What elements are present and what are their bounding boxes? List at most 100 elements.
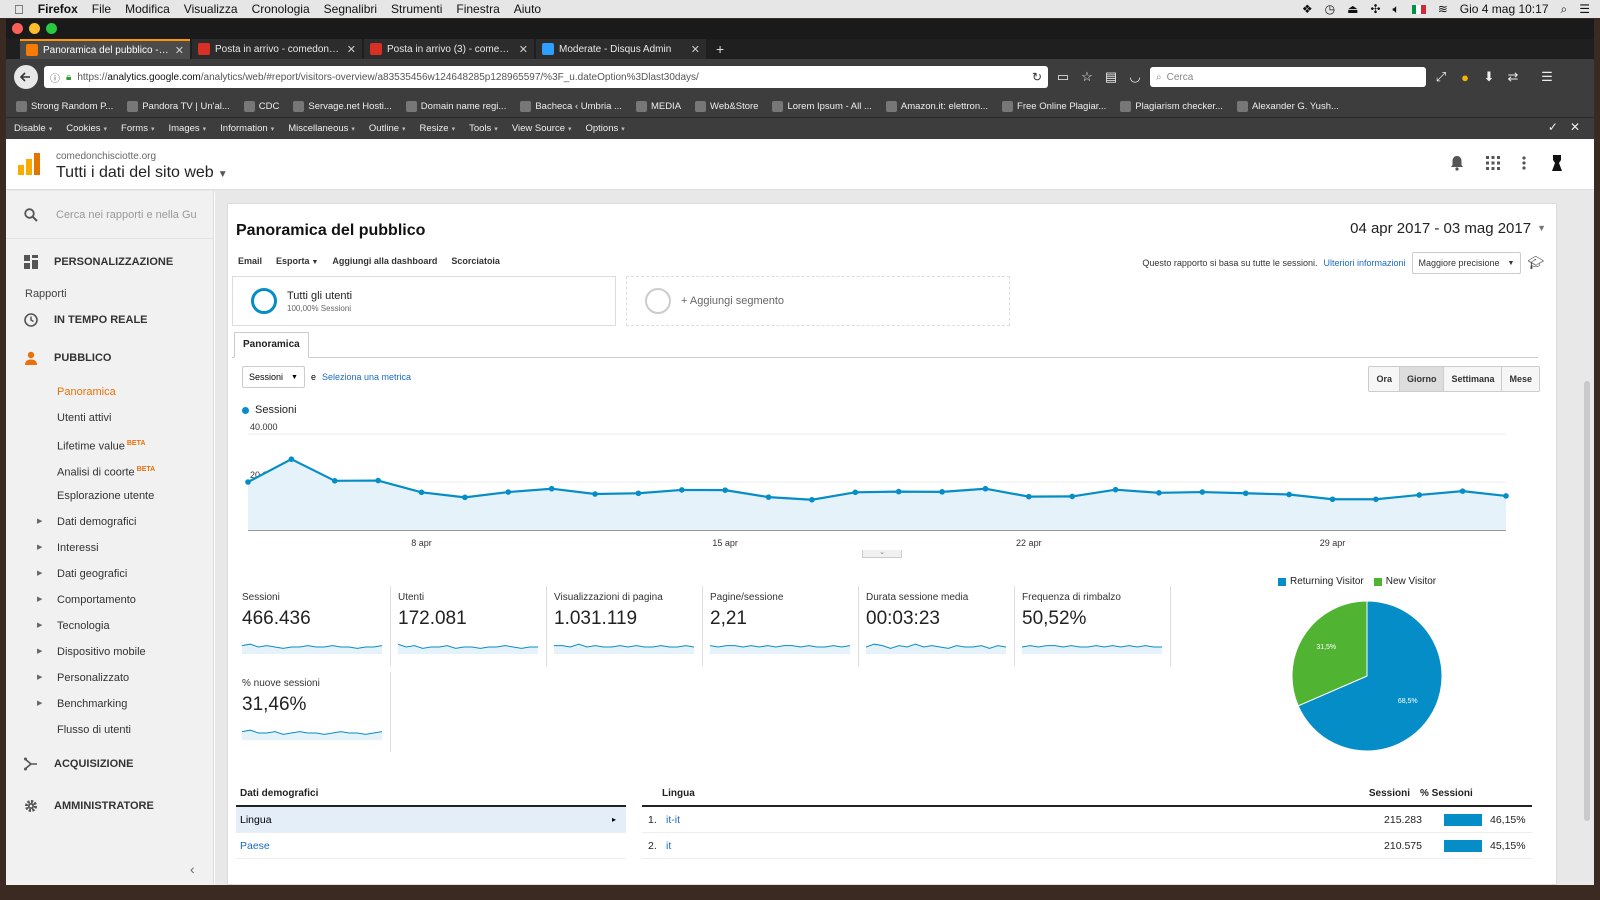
menu-aiuto[interactable]: Aiuto (514, 2, 541, 16)
bookmark-star-icon[interactable]: ☆ (1078, 69, 1096, 85)
sessions-point[interactable] (245, 479, 251, 485)
sidebar-subitem[interactable]: ▶ Comportamento (6, 587, 213, 613)
add-segment-button[interactable]: + Aggiungi segmento (626, 276, 1010, 326)
network-icon[interactable]: ✣ (1370, 2, 1380, 16)
bookmark-item[interactable]: Plagiarism checker... (1120, 100, 1223, 112)
sessions-point[interactable] (288, 456, 295, 462)
bookmark-item[interactable]: Bacheca ‹ Umbria ... (520, 100, 622, 112)
devtool-information[interactable]: Information ▾ (220, 123, 274, 134)
graduation-cap-icon[interactable]: 🎓︎ (1527, 255, 1544, 271)
nav-tempo-reale[interactable]: IN TEMPO REALE (6, 305, 213, 335)
sidebar-subitem[interactable]: Analisi di coorte BETA (6, 457, 213, 483)
devtool-resize[interactable]: Resize ▾ (420, 123, 456, 134)
bookmark-item[interactable]: Alexander G. Yush... (1236, 100, 1339, 112)
devtool-outline[interactable]: Outline ▾ (369, 123, 406, 134)
browser-tab[interactable]: Moderate - Disqus Admin ✕ (536, 39, 706, 59)
sessions-point[interactable] (592, 491, 598, 497)
close-tab-icon[interactable]: ✕ (519, 43, 528, 56)
bookmark-item[interactable]: Servage.net Hosti... (293, 100, 392, 112)
clipboard-icon[interactable]: ▤ (1102, 69, 1120, 85)
bookmark-item[interactable]: Pandora TV | Un'al... (127, 100, 230, 112)
close-tab-icon[interactable]: ✕ (175, 44, 184, 57)
menu-segnalibri[interactable]: Segnalibri (324, 2, 377, 16)
sessions-point[interactable] (809, 496, 815, 503)
granularity-giorno[interactable]: Giorno (1399, 367, 1445, 391)
demographics-row-paese[interactable]: Paese (236, 833, 626, 859)
sessions-point[interactable] (1329, 496, 1336, 503)
sidebar-subitem[interactable]: Utenti attivi (6, 405, 213, 431)
menu-cronologia[interactable]: Cronologia (252, 2, 310, 16)
devtool-tools[interactable]: Tools ▾ (469, 123, 498, 134)
sidebar-subitem[interactable]: ▶ Benchmarking (6, 691, 213, 717)
notification-center-icon[interactable]: ☰ (1579, 2, 1590, 16)
sessions-point[interactable] (548, 485, 555, 492)
granularity-settimana[interactable]: Settimana (1444, 367, 1503, 391)
bookmark-item[interactable]: MEDIA (635, 100, 681, 112)
url-text[interactable]: https://analytics.google.com/analytics/w… (77, 72, 1026, 83)
pie-legend-item[interactable]: New Visitor (1373, 576, 1436, 587)
devtool-options[interactable]: Options ▾ (586, 123, 625, 134)
avatar[interactable] (1548, 153, 1566, 173)
sessions-point[interactable] (1503, 493, 1509, 499)
sidebar-subitem[interactable]: ▶ Dati geografici (6, 561, 213, 587)
sessions-point[interactable] (1416, 492, 1423, 498)
menu-file[interactable]: File (92, 2, 111, 16)
sessions-point[interactable] (895, 488, 902, 495)
date-range-picker[interactable]: 04 apr 2017 - 03 mag 2017 ▼ (1350, 216, 1546, 240)
language-link[interactable]: it (666, 840, 1352, 852)
close-tab-icon[interactable]: ✕ (691, 43, 700, 56)
view-selector[interactable]: Tutti i dati del sito web ▼ (56, 164, 228, 182)
sidebar-subitem[interactable]: ▶ Tecnologia (6, 613, 213, 639)
pie-legend-item[interactable]: Returning Visitor (1278, 576, 1364, 587)
scorecard[interactable]: Durata sessione media 00:03:23 (866, 592, 1014, 668)
bookmark-item[interactable]: Free Online Plagiar... (1002, 100, 1106, 112)
menu-visualizza[interactable]: Visualizza (184, 2, 238, 16)
sessions-point[interactable] (939, 489, 945, 495)
italian-flag-icon[interactable] (1411, 4, 1426, 14)
sidebar-subitem[interactable]: ▶ Interessi (6, 535, 213, 561)
nav-pubblico[interactable]: PUBBLICO (6, 343, 213, 373)
sidebar-subitem[interactable]: Esplorazione utente (6, 483, 213, 509)
browser-tab[interactable]: Panoramica del pubblico - Ana ✕ (20, 39, 190, 59)
metric-select[interactable]: Sessioni ▼ (242, 366, 305, 388)
sessions-point[interactable] (722, 487, 728, 493)
sessions-point[interactable] (1242, 490, 1249, 497)
sidebar-subitem[interactable]: Lifetime value BETA (6, 431, 213, 457)
sessions-point[interactable] (1156, 490, 1162, 496)
notifications-bell-icon[interactable] (1450, 155, 1464, 171)
google-analytics-logo-icon[interactable] (18, 153, 42, 175)
app-menu[interactable]: Firefox (38, 2, 78, 16)
scorecard[interactable]: Sessioni 466.436 (242, 592, 390, 668)
scorecard[interactable]: Utenti 172.081 (398, 592, 546, 668)
page-scrollbar[interactable] (1584, 381, 1590, 821)
eject-icon[interactable]: ⏏ (1347, 2, 1358, 16)
sessions-point[interactable] (1199, 489, 1206, 495)
close-window-button[interactable] (12, 23, 23, 34)
sidebar-subitem[interactable]: ▶ Dispositivo mobile (6, 639, 213, 665)
devtool-miscellaneous[interactable]: Miscellaneous ▾ (288, 123, 355, 134)
devtool-cookies[interactable]: Cookies ▾ (66, 123, 107, 134)
learn-more-link[interactable]: Ulteriori informazioni (1323, 258, 1405, 268)
minimize-window-button[interactable] (29, 23, 40, 34)
url-bar[interactable]: ⓘ 🔒︎ https://analytics.google.com/analyt… (44, 66, 1048, 88)
sessions-point[interactable] (331, 478, 338, 484)
sessions-point[interactable] (852, 489, 859, 496)
sessions-point[interactable] (1373, 496, 1379, 503)
visitor-type-pie-chart[interactable]: 68,5% 31,5% (1292, 600, 1442, 752)
info-icon[interactable]: ⓘ (50, 70, 60, 85)
nav-acquisizione[interactable]: ACQUISIZIONE (6, 749, 213, 779)
sessions-chart[interactable]: 40.00020.0008 apr15 apr22 apr29 apr (242, 422, 1514, 552)
more-vert-icon[interactable] (1522, 156, 1526, 170)
sessions-point[interactable] (505, 489, 512, 495)
language-link[interactable]: it-it (666, 814, 1352, 826)
zoom-window-button[interactable] (46, 23, 57, 34)
select-metric-link[interactable]: Seleziona una metrica (322, 372, 411, 382)
menu-finestra[interactable]: Finestra (456, 2, 499, 16)
sidebar-subitem[interactable]: Panoramica (6, 379, 213, 405)
download-icon[interactable]: ⬇ (1480, 69, 1498, 85)
sessions-point[interactable] (1286, 491, 1292, 498)
action-email[interactable]: Email (238, 256, 262, 266)
action-esporta[interactable]: Esporta ▼ (276, 256, 318, 266)
sidebar-subitem[interactable]: ▶ Personalizzato (6, 665, 213, 691)
search-bar[interactable]: ⌕ Cerca (1150, 67, 1426, 87)
